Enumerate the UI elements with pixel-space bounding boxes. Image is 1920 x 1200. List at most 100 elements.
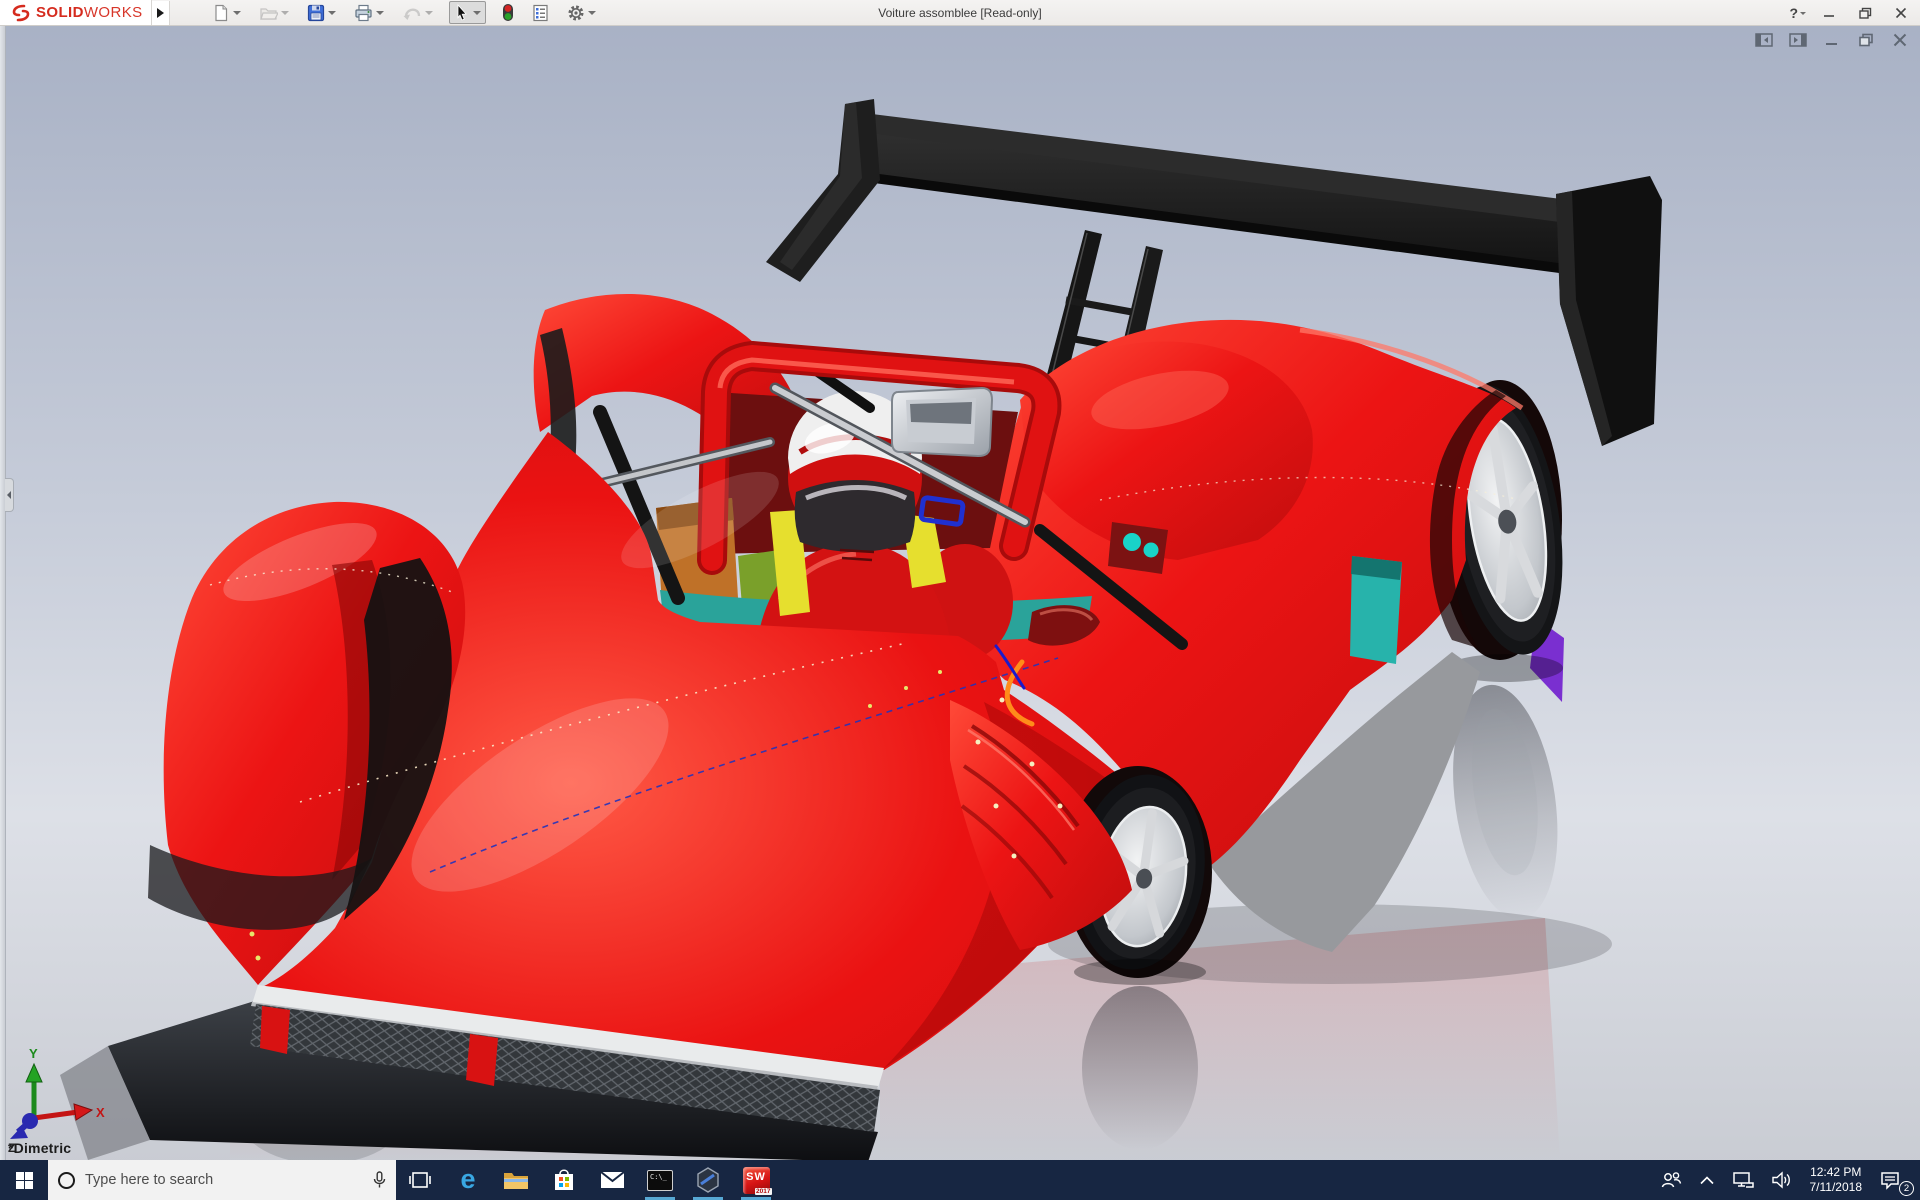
help-button[interactable]: ?: [1789, 5, 1806, 21]
search-input[interactable]: [85, 1172, 363, 1188]
dropdown-caret-icon[interactable]: [1800, 11, 1806, 15]
triad-x-label: X: [96, 1105, 105, 1120]
gauge-panel: [1108, 522, 1168, 574]
next-view-button[interactable]: [1788, 32, 1808, 48]
feature-manager-expand-tab[interactable]: [5, 478, 14, 512]
minimize-button[interactable]: [1816, 2, 1842, 24]
task-view-icon: [409, 1172, 431, 1188]
chevron-up-icon: [1699, 1175, 1714, 1184]
hexagon-app-icon: [697, 1167, 719, 1193]
mail-icon: [599, 1171, 625, 1188]
taskbar-clock[interactable]: 12:42 PM 7/11/2018: [1801, 1160, 1872, 1200]
save-button[interactable]: [305, 3, 338, 23]
select-cursor-icon: [457, 4, 467, 21]
solidworks-logo: SOLIDWORKS: [0, 0, 152, 25]
dropdown-caret-icon[interactable]: [375, 10, 384, 15]
windows-taskbar: e C:\_ SW: [0, 1160, 1920, 1200]
graphics-area[interactable]: Y X Z: [0, 0, 1920, 1200]
feature-manager-collapsed-strip: [0, 26, 14, 1160]
taskbar-item-store[interactable]: [540, 1160, 588, 1200]
rebuild-traffic-light-icon: [502, 4, 513, 21]
view-orientation-label: *Dimetric: [8, 1140, 72, 1156]
toolbar-flyout-button[interactable]: [151, 0, 170, 25]
solidworks-app-icon: SW 2017: [742, 1166, 772, 1195]
pane-left-icon: [1755, 33, 1773, 47]
command-prompt-icon: C:\_: [647, 1169, 673, 1191]
grille-post: [260, 1006, 290, 1054]
doc-restore-icon: [1858, 33, 1873, 47]
network-button[interactable]: [1723, 1160, 1763, 1200]
taskbar-item-mail[interactable]: [588, 1160, 636, 1200]
new-document-icon: [214, 4, 227, 21]
doc-minimize-icon: [1826, 43, 1837, 45]
restore-icon: [1858, 7, 1871, 19]
file-properties-icon: [532, 4, 548, 21]
grille-post: [466, 1034, 498, 1086]
taskbar-item-file-explorer[interactable]: [492, 1160, 540, 1200]
dropdown-caret-icon[interactable]: [472, 10, 481, 15]
document-pane-controls: [1754, 32, 1910, 48]
new-document-button[interactable]: [210, 3, 243, 23]
dropdown-caret-icon: [424, 10, 433, 15]
doc-close-icon: [1893, 33, 1907, 47]
select-tool-button[interactable]: [448, 1, 486, 24]
people-button[interactable]: [1651, 1160, 1691, 1200]
notification-badge: 2: [1899, 1181, 1914, 1196]
collapse-arrow-icon: [7, 491, 11, 499]
taskbar-item-hexagon-app[interactable]: [684, 1160, 732, 1200]
dropdown-caret-icon[interactable]: [232, 10, 241, 15]
open-button[interactable]: [257, 3, 291, 23]
action-center-button[interactable]: 2: [1871, 1160, 1916, 1200]
helmet-visor: [794, 480, 916, 552]
taskbar-search-box[interactable]: [48, 1160, 396, 1200]
main-toolbar: [210, 1, 598, 24]
previous-view-button[interactable]: [1754, 32, 1774, 48]
gear-icon: [568, 5, 584, 20]
flyout-arrow-icon: [156, 7, 164, 18]
restore-button[interactable]: [1852, 2, 1878, 24]
cortana-icon: [58, 1171, 75, 1189]
doc-restore-button[interactable]: [1856, 32, 1876, 48]
rebuild-button[interactable]: [500, 2, 516, 23]
windows-logo-icon: [15, 1171, 33, 1189]
file-explorer-icon: [504, 1172, 528, 1189]
microphone-icon[interactable]: [373, 1171, 386, 1189]
taskbar-item-solidworks[interactable]: SW 2017: [732, 1160, 780, 1200]
taskbar-item-command-prompt[interactable]: C:\_: [636, 1160, 684, 1200]
show-hidden-icons-button[interactable]: [1691, 1160, 1723, 1200]
window-controls: ?: [1789, 0, 1914, 26]
pane-right-icon: [1789, 33, 1807, 47]
minimize-icon: [1824, 15, 1834, 17]
print-button[interactable]: [352, 3, 386, 23]
brand-text: SOLIDWORKS: [36, 4, 143, 21]
undo-arrow-icon: [403, 8, 420, 20]
network-icon: [1732, 1172, 1754, 1188]
action-center-icon: [1881, 1171, 1899, 1190]
start-button[interactable]: [0, 1160, 48, 1200]
undo-button[interactable]: [400, 3, 435, 23]
system-tray: 12:42 PM 7/11/2018 2: [1651, 1160, 1920, 1200]
doc-minimize-button[interactable]: [1822, 32, 1842, 48]
task-view-button[interactable]: [396, 1160, 444, 1200]
doc-close-button[interactable]: [1890, 32, 1910, 48]
save-floppy-icon: [307, 4, 324, 21]
edge-icon: e: [460, 1163, 476, 1194]
clock-time: 12:42 PM: [1810, 1165, 1862, 1179]
close-button[interactable]: [1888, 2, 1914, 24]
open-folder-icon: [259, 7, 278, 20]
dropdown-caret-icon[interactable]: [327, 10, 336, 15]
dropdown-caret-icon[interactable]: [587, 10, 596, 15]
dassault-3ds-mark-icon: [12, 4, 30, 21]
dropdown-caret-icon: [280, 10, 289, 15]
people-icon: [1661, 1172, 1681, 1188]
close-icon: [1895, 7, 1907, 19]
microsoft-store-icon: [555, 1169, 573, 1190]
taskbar-item-edge[interactable]: e: [444, 1160, 492, 1200]
printer-icon: [354, 4, 372, 21]
file-properties-button[interactable]: [530, 3, 551, 23]
intake-box: [891, 386, 994, 458]
solidworks-window: Y X Z SOLIDWORKS Voiture assomblee [Read…: [0, 0, 1920, 1200]
clock-date: 7/11/2018: [1809, 1180, 1863, 1194]
options-button[interactable]: [565, 3, 598, 23]
volume-button[interactable]: [1763, 1160, 1801, 1200]
